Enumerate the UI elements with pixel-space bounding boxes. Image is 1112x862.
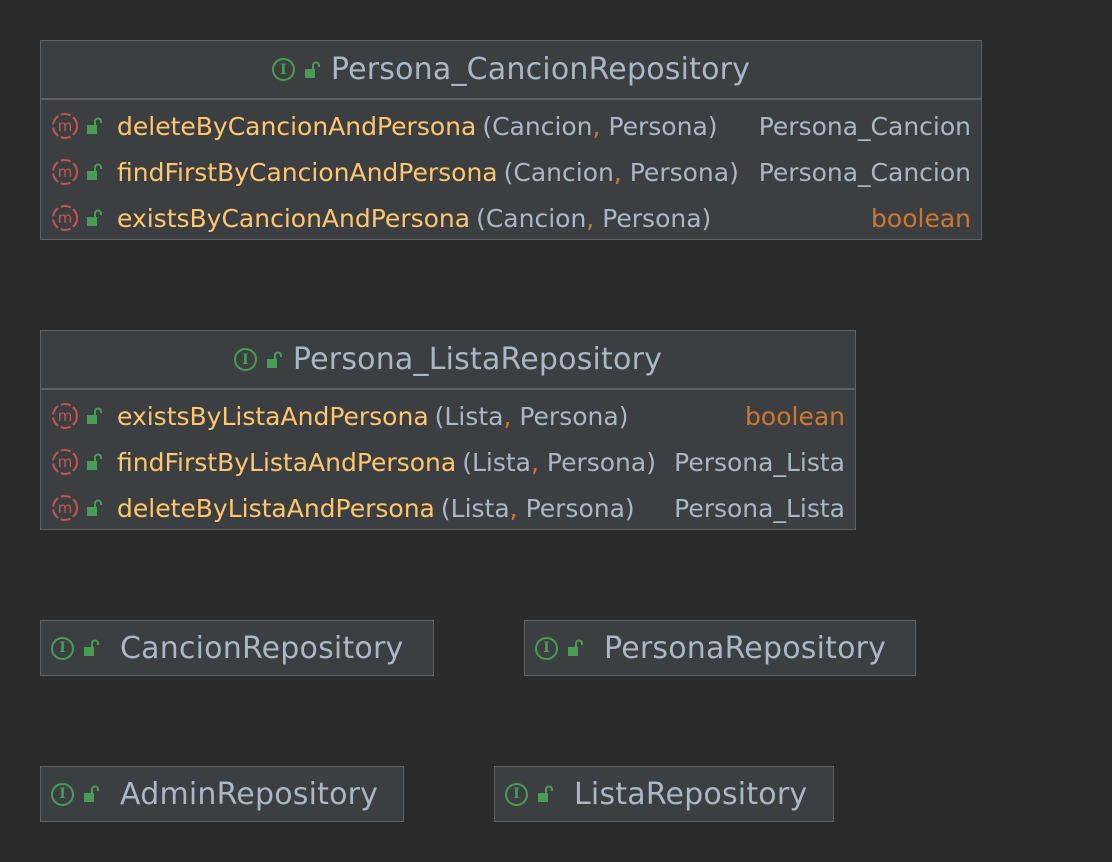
method-row[interactable]: m deleteByListaAndPersona (Lista, Person… (41, 485, 855, 531)
node-header: I Persona_CancionRepository (41, 41, 981, 100)
param-separator: , (592, 111, 601, 141)
return-type: Persona_Lista (674, 447, 845, 477)
method-row[interactable]: m deleteByCancionAndPersona (Cancion, Pe… (41, 103, 981, 149)
method-params: (Lista, Persona) (434, 401, 629, 431)
node-header: I Persona_ListaRepository (41, 331, 855, 390)
node-title: CancionRepository (120, 630, 404, 666)
param-type: Persona (525, 493, 625, 523)
param-separator: , (613, 157, 622, 187)
node-lista-repository[interactable]: I ListaRepository (494, 766, 834, 822)
lock-icon (568, 639, 583, 656)
param-type: Persona (519, 401, 619, 431)
node-title: ListaRepository (574, 776, 808, 812)
node-header: I PersonaRepository (525, 621, 915, 675)
method-row[interactable]: m existsByListaAndPersona (Lista, Person… (41, 393, 855, 439)
svg-text:m: m (58, 499, 73, 517)
node-title: Persona_CancionRepository (330, 52, 751, 87)
node-persona-lista-repository[interactable]: I Persona_ListaRepository m existsByList… (40, 330, 856, 530)
param-type: Persona (602, 203, 702, 233)
param-type: Lista (444, 401, 504, 431)
param-type: Cancion (485, 203, 587, 233)
param-type: Cancion (492, 111, 593, 141)
method-icon: m (52, 495, 78, 521)
method-icon: m (52, 403, 78, 429)
method-name: deleteByListaAndPersona (117, 493, 435, 523)
param-type: Lista (471, 447, 531, 477)
param-type: Lista (450, 493, 510, 523)
lock-icon (87, 499, 102, 516)
param-separator: , (503, 401, 512, 431)
node-cancion-repository[interactable]: I CancionRepository (40, 620, 434, 676)
svg-text:m: m (58, 163, 73, 181)
method-params: (Cancion, Persona) (476, 203, 712, 233)
interface-icon: I (505, 782, 528, 806)
node-title: AdminRepository (120, 776, 379, 812)
method-icon: m (52, 159, 78, 185)
return-type: Persona_Cancion (758, 157, 971, 187)
lock-icon (304, 61, 320, 78)
param-type: Persona (546, 447, 647, 477)
interface-icon: I (535, 636, 558, 660)
interface-icon: I (51, 782, 74, 806)
svg-text:m: m (58, 453, 73, 471)
param-type: Persona (608, 111, 708, 141)
lock-icon (87, 117, 102, 134)
method-name: findFirstByCancionAndPersona (117, 157, 498, 187)
lock-icon (538, 785, 553, 802)
method-row[interactable]: m findFirstByCancionAndPersona (Cancion,… (41, 149, 981, 195)
svg-text:m: m (58, 209, 73, 227)
node-header: I AdminRepository (41, 767, 403, 821)
lock-icon (87, 407, 102, 424)
param-separator: , (586, 203, 595, 233)
method-params: (Lista, Persona) (462, 447, 656, 477)
svg-text:m: m (58, 407, 73, 425)
param-type: Persona (629, 157, 730, 187)
node-header: I CancionRepository (41, 621, 433, 675)
node-persona-cancion-repository[interactable]: I Persona_CancionRepository m deleteByCa… (40, 40, 982, 240)
return-type: Persona_Lista (674, 493, 845, 523)
method-params: (Cancion, Persona) (503, 157, 739, 187)
method-name: existsByListaAndPersona (117, 401, 429, 431)
method-icon: m (52, 449, 78, 475)
method-params: (Lista, Persona) (440, 493, 635, 523)
method-name: deleteByCancionAndPersona (117, 111, 477, 141)
node-persona-repository[interactable]: I PersonaRepository (524, 620, 916, 676)
node-title: PersonaRepository (604, 630, 887, 666)
return-type: boolean (745, 401, 845, 431)
lock-icon (84, 785, 99, 802)
node-admin-repository[interactable]: I AdminRepository (40, 766, 404, 822)
svg-text:m: m (58, 117, 73, 135)
method-name: existsByCancionAndPersona (117, 203, 471, 233)
method-icon: m (52, 113, 78, 139)
return-type: Persona_Cancion (758, 111, 971, 141)
method-row[interactable]: m findFirstByListaAndPersona (Lista, Per… (41, 439, 855, 485)
lock-icon (87, 163, 102, 180)
return-type: boolean (871, 203, 971, 233)
node-header: I ListaRepository (495, 767, 833, 821)
interface-icon: I (233, 348, 257, 371)
lock-icon (266, 351, 282, 368)
param-separator: , (530, 447, 539, 477)
param-separator: , (509, 493, 518, 523)
interface-icon: I (51, 636, 74, 660)
method-params: (Cancion, Persona) (482, 111, 718, 141)
lock-icon (87, 209, 102, 226)
method-icon: m (52, 205, 78, 231)
interface-icon: I (271, 58, 295, 81)
method-name: findFirstByListaAndPersona (117, 447, 457, 477)
node-title: Persona_ListaRepository (292, 342, 663, 377)
lock-icon (87, 453, 102, 470)
method-row[interactable]: m existsByCancionAndPersona (Cancion, Pe… (41, 195, 981, 241)
lock-icon (84, 639, 99, 656)
param-type: Cancion (513, 157, 614, 187)
